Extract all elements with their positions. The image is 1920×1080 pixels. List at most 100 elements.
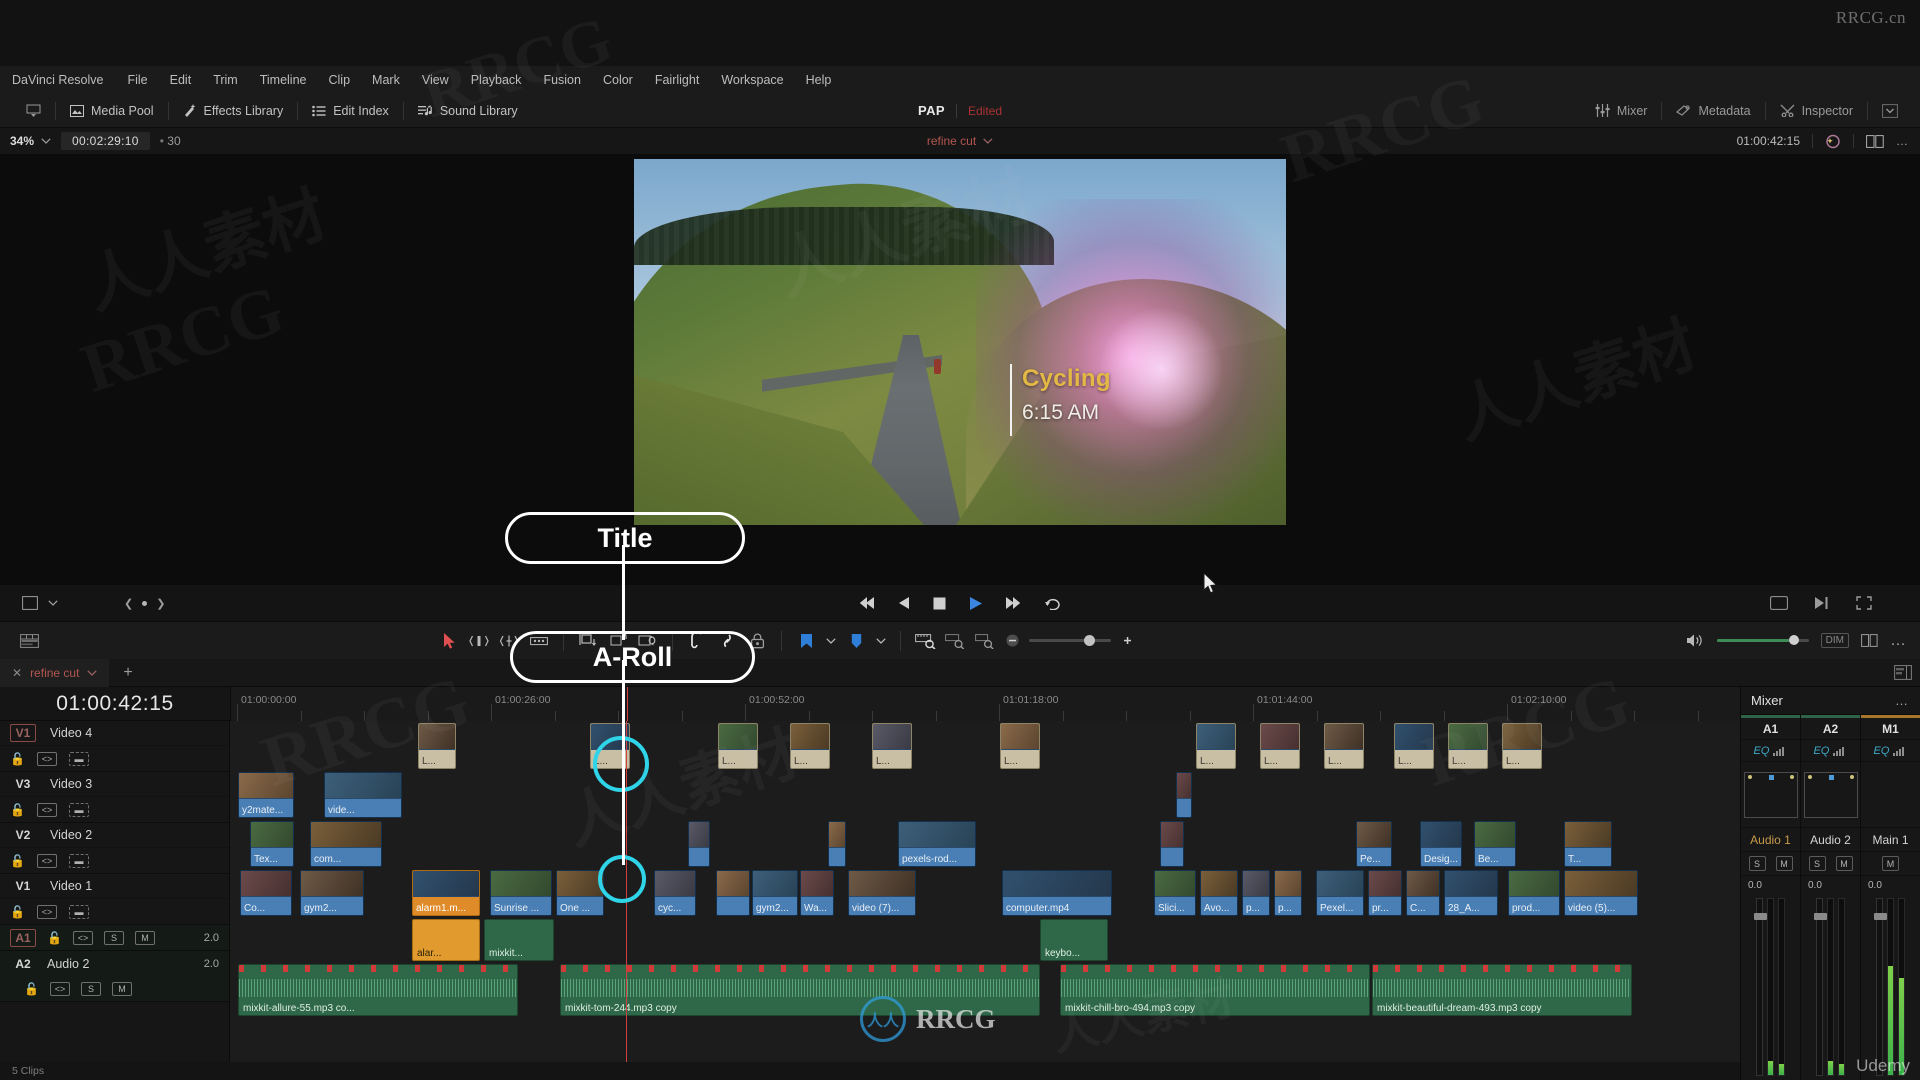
speaker-icon[interactable] (1686, 633, 1705, 648)
timeline-clip[interactable]: L... (872, 723, 912, 769)
timeline-clip[interactable]: video (7)... (848, 870, 916, 916)
menu-item-timeline[interactable]: Timeline (249, 66, 318, 94)
mixer-solo-button[interactable]: S (1808, 856, 1826, 871)
jump-to-start-icon[interactable] (858, 596, 875, 610)
timeline-clip[interactable]: y2mate... (238, 772, 294, 818)
solo-button[interactable]: S (80, 981, 101, 996)
zoom-to-fit-icon[interactable] (910, 628, 940, 654)
timeline-clip[interactable]: prod... (1508, 870, 1560, 916)
auto-select-icon[interactable]: <> (49, 981, 70, 996)
zoom-out-icon[interactable] (1006, 634, 1019, 647)
timeline-clip[interactable]: pexels-rod... (898, 821, 976, 867)
fullscreen-icon[interactable] (1856, 596, 1872, 610)
volume-knob[interactable] (1788, 635, 1799, 645)
loop-icon[interactable] (1044, 596, 1062, 610)
lock-icon[interactable]: 🔓 (47, 931, 62, 945)
timeline-clip[interactable]: cyc... (654, 870, 696, 916)
mute-button[interactable]: M (134, 930, 155, 945)
zoom-in-icon[interactable] (1121, 634, 1134, 647)
mixer-fader-knob[interactable] (1874, 913, 1887, 920)
timeline-clip[interactable]: T... (1564, 821, 1612, 867)
master-volume-slider[interactable] (1716, 635, 1809, 645)
mixer-fader-track[interactable] (1874, 898, 1887, 1076)
timeline-clip[interactable]: L... (1324, 723, 1364, 769)
menu-item-fairlight[interactable]: Fairlight (644, 66, 710, 94)
timeline-options-icon[interactable]: … (1890, 632, 1908, 650)
pan-right-handle[interactable] (1849, 774, 1854, 779)
auto-select-icon[interactable]: <> (36, 802, 57, 817)
timeline-clip[interactable]: L... (1448, 723, 1488, 769)
timeline-clip[interactable] (1160, 821, 1184, 867)
timeline-clip[interactable] (688, 821, 710, 867)
mixer-options-icon[interactable]: … (1895, 693, 1910, 708)
timeline-clip[interactable]: L... (790, 723, 830, 769)
auto-select-icon[interactable]: <> (36, 853, 57, 868)
mute-button[interactable]: M (111, 981, 132, 996)
mixer-channel-id[interactable]: M1 (1861, 718, 1920, 740)
timeline-clip[interactable]: video (5)... (1564, 870, 1638, 916)
timeline-clip[interactable]: Pe... (1356, 821, 1392, 867)
timeline-clip[interactable]: Wa... (800, 870, 834, 916)
video-track-icon[interactable]: ▬ (68, 853, 89, 868)
timeline-clip[interactable]: Avo... (1200, 870, 1238, 916)
timeline-clip[interactable]: Sunrise ... (490, 870, 552, 916)
marker-dropdown-icon[interactable] (871, 628, 891, 654)
mixer-mute-button[interactable]: M (1882, 856, 1899, 871)
timeline-clip[interactable]: L... (418, 723, 456, 769)
panel-collapse-button[interactable] (1868, 94, 1912, 128)
timeline-clip[interactable]: L... (1000, 723, 1040, 769)
timeline-clip[interactable]: L... (1196, 723, 1236, 769)
audio-clip[interactable]: mixkit-allure-55.mp3 co... (238, 964, 518, 1016)
mixer-fader-track[interactable] (1814, 898, 1827, 1076)
timeline-clip[interactable]: vide... (324, 772, 402, 818)
zoom-slider-knob[interactable] (1084, 635, 1095, 646)
chevron-down-icon[interactable] (48, 600, 58, 606)
timeline-clip[interactable] (716, 870, 750, 916)
pan-right-handle[interactable] (1789, 774, 1794, 779)
timeline-clip[interactable]: L... (1394, 723, 1434, 769)
stop-icon[interactable] (933, 597, 946, 610)
zoom-full-extent-icon[interactable] (970, 628, 1000, 654)
mixer-mute-button[interactable]: M (1835, 856, 1853, 871)
lock-icon[interactable]: 🔓 (10, 803, 25, 817)
timeline-clip[interactable]: p... (1242, 870, 1270, 916)
auto-select-icon[interactable]: <> (72, 930, 93, 945)
timeline-clip[interactable]: One ... (556, 870, 604, 916)
zoom-to-selection-icon[interactable] (940, 628, 970, 654)
lock-icon[interactable]: 🔓 (10, 905, 25, 919)
step-back-icon[interactable] (897, 596, 911, 610)
menu-item-view[interactable]: View (411, 66, 460, 94)
menu-item-workspace[interactable]: Workspace (710, 66, 794, 94)
mixer-button[interactable]: Mixer (1581, 94, 1662, 128)
close-icon[interactable]: ✕ (12, 666, 22, 680)
track-enable-chip[interactable]: A2 (10, 957, 36, 971)
lock-icon[interactable]: 🔓 (10, 752, 25, 766)
next-marker-icon[interactable]: ❯ (156, 597, 165, 610)
menu-item-mark[interactable]: Mark (361, 66, 411, 94)
mixer-channel-id[interactable]: A1 (1741, 718, 1800, 740)
timeline-clip[interactable]: L... (1502, 723, 1542, 769)
dim-button[interactable]: DIM (1820, 633, 1849, 648)
audio-clip[interactable]: mixkit... (484, 919, 554, 961)
viewer-layout-button[interactable] (12, 94, 55, 128)
video-track-icon[interactable]: ▬ (68, 904, 89, 919)
timeline-clip[interactable]: L... (718, 723, 758, 769)
track-enable-chip[interactable]: V1 (10, 879, 36, 893)
timeline-clip[interactable]: C... (1406, 870, 1440, 916)
auto-select-icon[interactable]: <> (36, 904, 57, 919)
mixer-solo-button[interactable]: S (1748, 856, 1766, 871)
metadata-button[interactable]: Metadata (1662, 94, 1764, 128)
menu-item-trim[interactable]: Trim (202, 66, 249, 94)
timeline-clip[interactable]: Slici... (1154, 870, 1196, 916)
mixer-gain-value[interactable]: 0.0 (1861, 876, 1920, 894)
menu-item-clip[interactable]: Clip (318, 66, 362, 94)
timeline-clip[interactable]: gym2... (752, 870, 798, 916)
play-icon[interactable] (968, 596, 983, 611)
mixer-pan-control[interactable] (1861, 762, 1920, 828)
timeline-clip[interactable]: L... (1260, 723, 1300, 769)
video-track-icon[interactable]: ▬ (68, 751, 89, 766)
pan-center-handle[interactable] (1768, 774, 1774, 780)
add-timeline-button[interactable]: + (109, 664, 146, 682)
mixer-gain-value[interactable]: 0.0 (1801, 876, 1860, 894)
effects-library-button[interactable]: Effects Library (169, 94, 298, 128)
